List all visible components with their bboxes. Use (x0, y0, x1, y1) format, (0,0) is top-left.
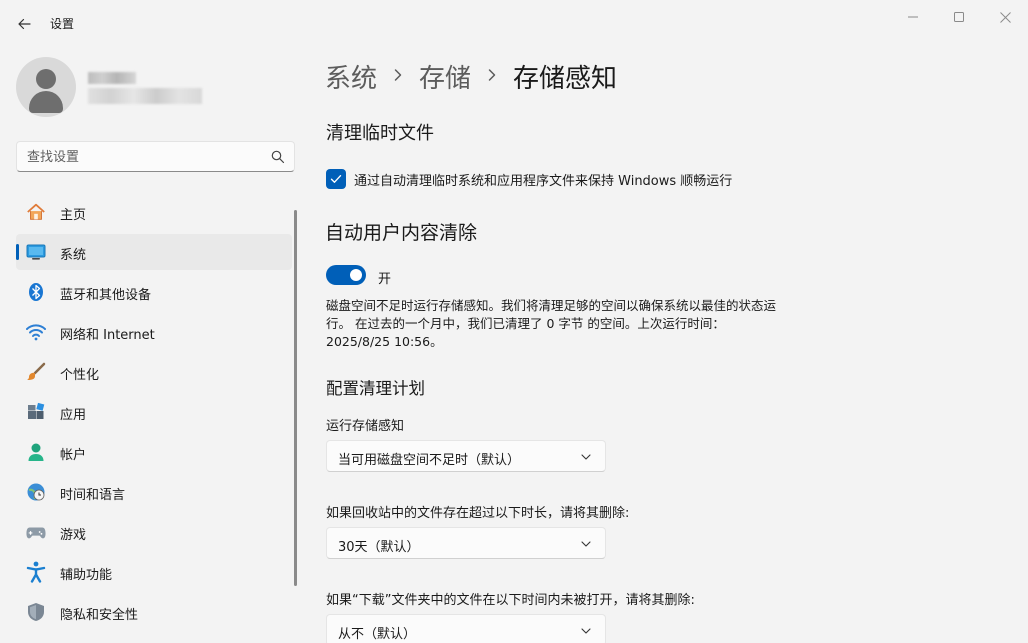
sidebar-item-label: 隐私和安全性 (60, 608, 139, 623)
downloads-label: 如果“下载”文件夹中的文件在以下时间内未被打开，请将其删除: (326, 593, 695, 608)
sidebar-item-label: 游戏 (60, 528, 87, 543)
globe-clock-icon (26, 482, 46, 502)
chevron-right-icon (487, 66, 497, 87)
account-icon (26, 442, 46, 462)
avatar-body-icon (29, 91, 63, 113)
dropdown-value: 从不（默认） (338, 627, 417, 642)
gamepad-icon (26, 522, 46, 542)
search-input[interactable] (27, 148, 257, 166)
minimize-button[interactable] (890, 6, 936, 28)
sidebar-item-accounts[interactable]: 帐户 (16, 434, 292, 470)
sidebar-item-label: 时间和语言 (60, 488, 126, 503)
accessibility-icon (26, 561, 46, 583)
sidebar-item-label: 系统 (60, 248, 87, 263)
chevron-down-icon (581, 454, 591, 460)
apps-icon (26, 402, 46, 422)
close-button[interactable] (982, 6, 1028, 28)
sidebar-item-gaming[interactable]: 游戏 (16, 514, 292, 550)
checkmark-icon (330, 175, 342, 183)
minimize-icon (908, 16, 918, 18)
user-name-blurred (88, 72, 136, 84)
chevron-right-icon (393, 66, 403, 87)
toggle-knob (350, 269, 362, 281)
sidebar-item-label: 主页 (60, 208, 87, 223)
sidebar-item-apps[interactable]: 应用 (16, 394, 292, 430)
avatar[interactable] (16, 57, 76, 117)
system-icon (26, 242, 46, 262)
close-icon (999, 11, 1011, 23)
avatar-head-icon (36, 69, 56, 89)
recycle-bin-dropdown[interactable]: 30天（默认） (326, 527, 606, 559)
dropdown-value: 30天（默认） (338, 540, 420, 555)
sidebar-item-time-language[interactable]: 时间和语言 (16, 474, 292, 510)
sidebar-item-label: 网络和 Internet (60, 328, 155, 343)
run-storage-sense-dropdown[interactable]: 当可用磁盘空间不足时（默认） (326, 440, 606, 472)
sidebar-item-personalization[interactable]: 个性化 (16, 354, 292, 390)
sidebar-item-accessibility[interactable]: 辅助功能 (16, 554, 292, 590)
brush-icon (26, 362, 46, 382)
sidebar-item-home[interactable]: 主页 (16, 194, 292, 230)
auto-cleanup-description: 磁盘空间不足时运行存储感知。我们将清理足够的空间以确保系统以最佳的状态运行。 在… (326, 298, 777, 349)
bluetooth-icon (26, 282, 46, 302)
auto-cleanup-toggle-state: 开 (378, 272, 392, 287)
sidebar-item-bluetooth[interactable]: 蓝牙和其他设备 (16, 274, 292, 310)
home-icon (26, 202, 46, 222)
chevron-down-icon (581, 628, 591, 634)
breadcrumb-item-system[interactable]: 系统 (325, 58, 377, 95)
sidebar-item-system[interactable]: 系统 (16, 234, 292, 270)
recycle-bin-label: 如果回收站中的文件存在超过以下时长，请将其删除: (326, 506, 630, 521)
page-title: 存储感知 (513, 63, 618, 94)
user-email-blurred (88, 88, 202, 104)
cleanup-temp-checkbox[interactable] (326, 169, 346, 189)
section-heading-auto-cleanup: 自动用户内容清除 (325, 222, 478, 244)
wifi-icon (26, 322, 46, 342)
section-heading-schedule: 配置清理计划 (326, 379, 425, 398)
back-arrow-icon (18, 18, 31, 30)
search-box[interactable] (16, 141, 295, 172)
maximize-button[interactable] (936, 6, 982, 28)
sidebar-item-label: 个性化 (60, 368, 100, 383)
shield-icon (26, 602, 46, 622)
search-icon[interactable] (271, 150, 285, 164)
run-storage-sense-label: 运行存储感知 (326, 419, 405, 434)
auto-cleanup-toggle[interactable] (326, 265, 366, 285)
sidebar-item-network[interactable]: 网络和 Internet (16, 314, 292, 350)
title-bar: 设置 (0, 0, 1028, 48)
cleanup-temp-checkbox-label[interactable]: 通过自动清理临时系统和应用程序文件来保持 Windows 顺畅运行 (354, 170, 732, 189)
sidebar-item-privacy[interactable]: 隐私和安全性 (16, 594, 292, 630)
sidebar-item-label: 应用 (60, 408, 87, 423)
maximize-icon (954, 12, 964, 22)
sidebar-scrollbar[interactable] (294, 210, 297, 586)
breadcrumb-item-storage[interactable]: 存储 (419, 58, 471, 95)
breadcrumb: 系统 存储 存储感知 (325, 56, 617, 96)
sidebar-item-label: 辅助功能 (60, 568, 113, 583)
section-heading-cleanup-temp: 清理临时文件 (326, 123, 434, 144)
dropdown-value: 当可用磁盘空间不足时（默认） (338, 453, 521, 468)
downloads-dropdown[interactable]: 从不（默认） (326, 614, 606, 643)
sidebar-nav: 主页 系统 蓝牙和其他设备 网络和 Internet 个性化 应用 帐户 时间和… (16, 194, 292, 634)
back-button[interactable] (12, 10, 36, 38)
app-title: 设置 (50, 17, 75, 31)
chevron-down-icon (581, 541, 591, 547)
sidebar-item-label: 帐户 (60, 448, 87, 463)
sidebar-item-label: 蓝牙和其他设备 (60, 288, 152, 303)
